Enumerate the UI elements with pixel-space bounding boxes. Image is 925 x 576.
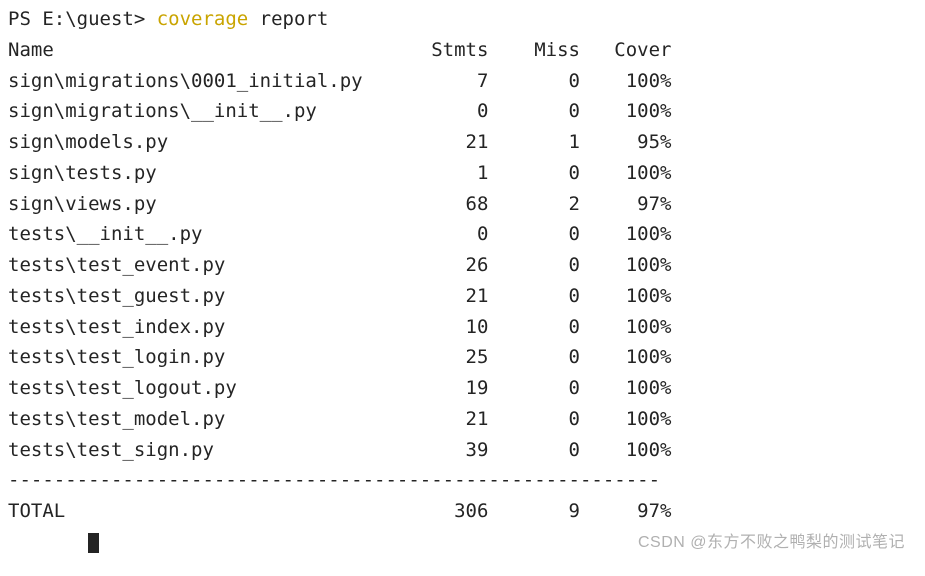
coverage-header: Name Stmts Miss Cover	[8, 35, 917, 66]
coverage-row: tests\test_logout.py 19 0 100%	[8, 373, 917, 404]
prompt-line: PS E:\guest> coverage report	[8, 4, 917, 35]
prompt-prefix: PS E:\guest>	[8, 8, 157, 30]
coverage-total: TOTAL 306 9 97%	[8, 496, 917, 527]
coverage-rows: sign\migrations\0001_initial.py 7 0 100%…	[8, 66, 917, 466]
coverage-row: tests\test_event.py 26 0 100%	[8, 250, 917, 281]
coverage-row: sign\migrations\__init__.py 0 0 100%	[8, 96, 917, 127]
coverage-row: tests\__init__.py 0 0 100%	[8, 219, 917, 250]
coverage-row: tests\test_guest.py 21 0 100%	[8, 281, 917, 312]
coverage-row: tests\test_index.py 10 0 100%	[8, 312, 917, 343]
coverage-divider: ----------------------------------------…	[8, 465, 917, 496]
prompt-args: report	[248, 8, 328, 30]
cursor-block	[88, 533, 99, 553]
coverage-row: tests\test_login.py 25 0 100%	[8, 342, 917, 373]
coverage-row: sign\views.py 68 2 97%	[8, 189, 917, 220]
coverage-row: tests\test_model.py 21 0 100%	[8, 404, 917, 435]
coverage-row: tests\test_sign.py 39 0 100%	[8, 435, 917, 466]
cursor-line	[8, 527, 917, 558]
coverage-row: sign\migrations\0001_initial.py 7 0 100%	[8, 66, 917, 97]
coverage-row: sign\tests.py 1 0 100%	[8, 158, 917, 189]
prompt-command: coverage	[157, 8, 249, 30]
coverage-row: sign\models.py 21 1 95%	[8, 127, 917, 158]
